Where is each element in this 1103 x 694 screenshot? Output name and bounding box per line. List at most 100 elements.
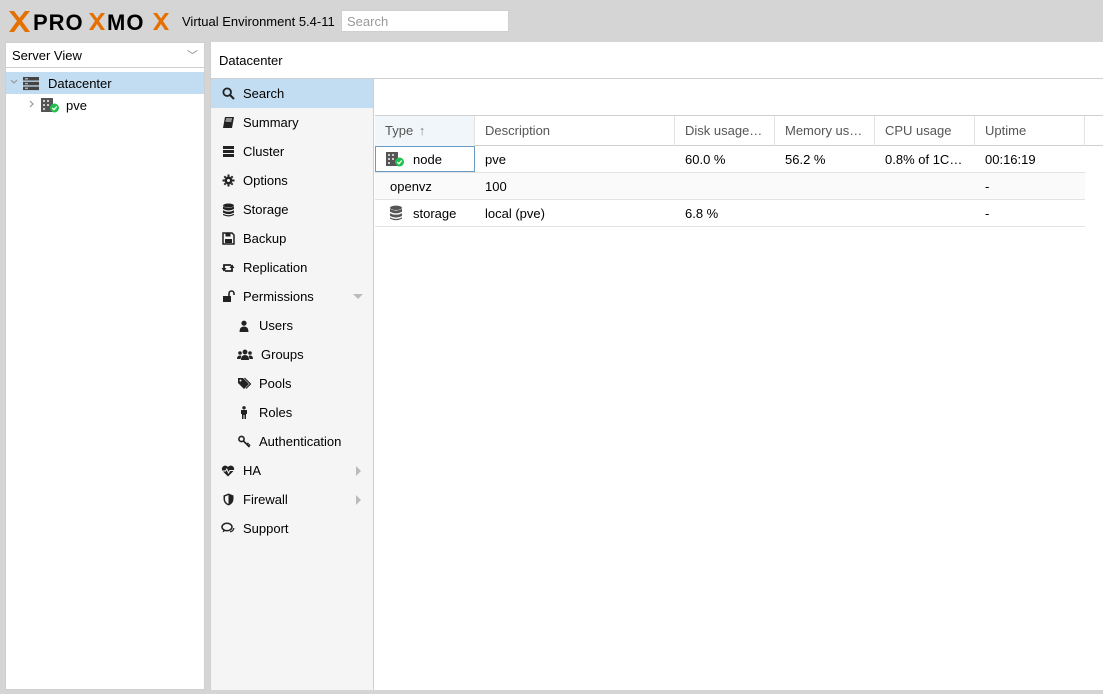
cell-disk-usage [675,173,775,199]
menu-item-label: Support [243,521,289,536]
menu-item-pools[interactable]: Pools [211,369,373,398]
users-icon [237,348,253,362]
cell-text: storage [413,205,457,221]
menu-item-label: HA [243,463,262,478]
cell-type[interactable]: node [375,146,475,172]
column-header-cpu-usage[interactable]: CPU usage [875,116,975,146]
male-icon [237,406,251,420]
node-online-icon [40,97,60,113]
grid-toolbar [375,79,1103,115]
expand-down-icon[interactable] [8,77,20,90]
tree-item-pve[interactable]: pve [6,94,204,116]
view-selector-value: Server View [12,48,82,63]
proxmox-logo[interactable]: PRO MO [7,9,175,34]
grid-header: Type ↑ Description Disk usage… Memory us… [375,115,1103,146]
cell-memory-usage [775,173,875,199]
column-header-memory-usage[interactable]: Memory us… [775,116,875,146]
cell-description: local (pve) [485,205,545,221]
unlock-icon [221,290,235,304]
menu-item-label: Users [259,318,293,333]
table-row[interactable]: storage local (pve) 6.8 % - [375,200,1085,227]
menu-item-label: Storage [243,202,289,217]
collapse-arrow-icon[interactable] [353,294,363,299]
cell-cpu-usage [875,200,975,226]
menu-item-summary[interactable]: Summary [211,108,373,137]
shield-icon [221,493,235,507]
global-search-input[interactable] [341,10,509,32]
tree-item-label: pve [66,97,87,113]
view-selector[interactable]: Server View ﹀ [6,43,204,68]
version-label: Virtual Environment 5.4-11 [182,14,335,29]
menu-item-label: Roles [259,405,293,420]
resource-tree: Datacenter pve [6,68,204,116]
cell-uptime: 00:16:19 [985,151,1036,167]
key-icon [237,435,251,449]
tags-icon [237,377,251,391]
cell-disk-usage: 6.8 % [685,205,719,221]
menu-item-label: Cluster [243,144,285,159]
expand-right-icon[interactable] [26,99,38,112]
menu-item-label: Summary [243,115,299,130]
menu-item-label: Authentication [259,434,342,449]
column-header-disk-usage[interactable]: Disk usage… [675,116,775,146]
menu-item-groups[interactable]: Groups [211,340,373,369]
expand-arrow-icon[interactable] [356,466,361,476]
table-row[interactable]: node pve 60.0 % 56.2 % 0.8% of 1C… 00:16… [375,146,1085,173]
column-header-type[interactable]: Type ↑ [375,116,475,146]
grid-body: node pve 60.0 % 56.2 % 0.8% of 1C… 00:16… [375,146,1085,227]
database-icon [389,205,403,221]
gear-icon [221,174,235,188]
tree-item-label: Datacenter [48,75,112,91]
menu-item-label: Search [243,86,285,101]
menu-item-support[interactable]: Support [211,514,373,543]
menu-item-storage[interactable]: Storage [211,195,373,224]
retweet-icon [221,261,235,275]
menu-item-replication[interactable]: Replication [211,253,373,282]
menu-item-firewall[interactable]: Firewall [211,485,373,514]
expand-arrow-icon[interactable] [356,495,361,505]
cell-uptime: - [985,178,990,194]
cell-cpu-usage [875,173,975,199]
menu-item-backup[interactable]: Backup [211,224,373,253]
cell-description: pve [485,151,506,167]
menu-item-ha[interactable]: HA [211,456,373,485]
cell-memory-usage: 56.2 % [785,151,826,167]
brand-text: PRO [33,10,84,34]
menu-item-options[interactable]: Options [211,166,373,195]
user-icon [237,319,251,333]
cell-disk-usage: 60.0 % [685,151,726,167]
datacenter-menu: Search Summary Cluster Options Storage B… [211,79,374,690]
table-row[interactable]: openvz 100 - [375,173,1085,200]
cell-text: node [413,151,442,167]
menu-item-label: Options [243,173,288,188]
floppy-disk-icon [221,232,235,246]
node-online-icon [385,151,405,167]
resource-tree-panel: Server View ﹀ Datacenter pve [5,42,205,690]
book-icon [221,116,235,130]
menu-item-roles[interactable]: Roles [211,398,373,427]
cell-uptime: - [985,205,990,221]
menu-item-label: Backup [243,231,287,246]
menu-item-label: Pools [259,376,292,391]
column-header-description[interactable]: Description [475,116,675,146]
top-bar: PRO MO Virtual Environment 5.4-11 [0,0,1103,42]
chevron-down-icon: ﹀ [187,50,198,62]
menu-item-search[interactable]: Search [211,79,373,108]
cell-type: storage [375,200,475,226]
sort-ascending-icon: ↑ [418,123,426,138]
menu-item-label: Replication [243,260,308,275]
menu-item-permissions[interactable]: Permissions [211,282,373,311]
tree-item-datacenter[interactable]: Datacenter [6,72,204,94]
menu-item-users[interactable]: Users [211,311,373,340]
cell-description: 100 [485,178,507,194]
content-title: Datacenter [211,42,1103,79]
heartbeat-icon [221,464,235,478]
cell-cpu-usage: 0.8% of 1C… [885,151,963,167]
column-header-uptime[interactable]: Uptime [975,116,1085,146]
menu-item-authentication[interactable]: Authentication [211,427,373,456]
menu-item-cluster[interactable]: Cluster [211,137,373,166]
menu-item-label: Firewall [243,492,288,507]
menu-item-label: Groups [261,347,304,362]
comments-icon [221,522,235,536]
cell-type: openvz [375,173,475,199]
